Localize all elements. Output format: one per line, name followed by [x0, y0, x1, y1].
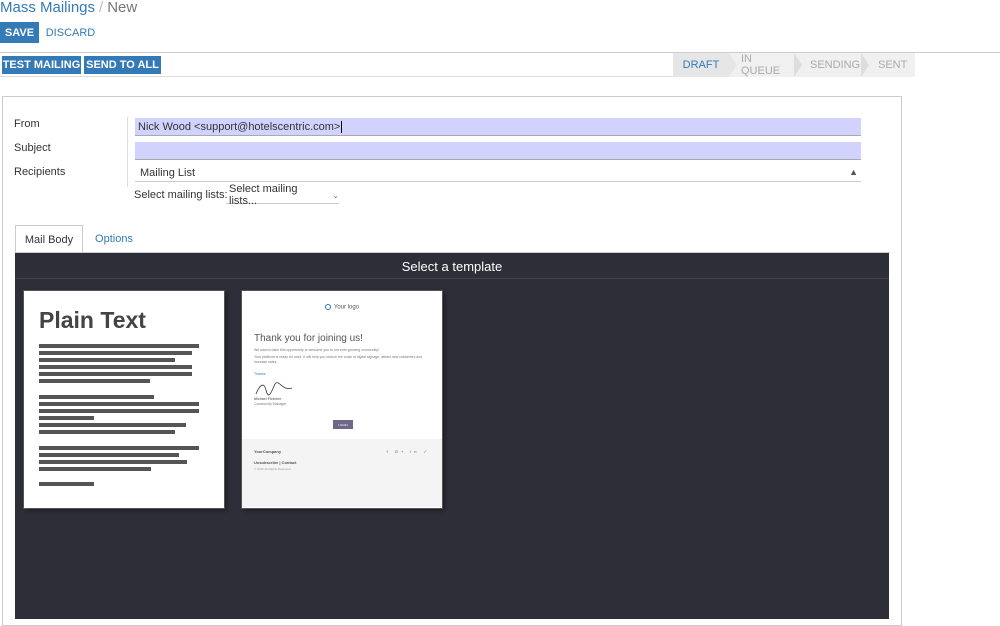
text-line — [39, 416, 94, 420]
text-line — [39, 430, 175, 434]
social-icons: f G+ in ✓ — [386, 449, 430, 454]
breadcrumb-parent[interactable]: Mass Mailings — [0, 0, 95, 16]
from-field[interactable]: Nick Wood <support@hotelscentric.com> — [135, 118, 861, 136]
breadcrumb-separator: / — [99, 0, 104, 16]
editor-divider — [15, 278, 889, 279]
login-button: LOGIN — [333, 420, 353, 429]
signature-image — [255, 382, 293, 396]
mailing-lists-select[interactable]: Select mailing lists... ⌄ — [226, 183, 339, 207]
text-line — [39, 365, 192, 369]
caret-down-icon: ⌄ — [332, 190, 339, 200]
signer-role: Community Manager — [254, 402, 287, 406]
text-line — [39, 344, 199, 348]
text-line — [39, 395, 154, 399]
text-line — [39, 351, 192, 355]
breadcrumb: Mass Mailings / New — [0, 0, 137, 16]
stage-chevron — [861, 53, 869, 77]
template-logo: Your logo — [242, 304, 442, 311]
tab-mail-body[interactable]: Mail Body — [15, 225, 83, 253]
text-cursor — [341, 120, 343, 133]
company-name: YourCompany — [254, 449, 282, 454]
stage-in-queue: IN QUEUE — [741, 53, 781, 77]
mailing-lists-label: Select mailing lists: — [134, 189, 228, 201]
template-plain-text[interactable]: Plain Text — [24, 291, 224, 508]
discard-button[interactable]: DISCARD — [43, 22, 98, 43]
text-line — [39, 482, 94, 486]
test-mailing-button[interactable]: TEST MAILING — [2, 56, 81, 74]
logo-icon — [324, 304, 331, 310]
footer-links: Unsubscribe | Contact — [254, 460, 297, 465]
recipients-select[interactable]: Mailing List ▲ — [135, 164, 861, 182]
recipients-value: Mailing List — [140, 166, 196, 179]
plain-text-title: Plain Text — [39, 307, 146, 333]
tab-options[interactable]: Options — [86, 225, 142, 253]
breadcrumb-current: New — [107, 0, 138, 16]
stage-sending: SENDING — [810, 59, 861, 71]
stage-chevron — [794, 53, 802, 77]
text-line — [39, 446, 199, 450]
from-label: From — [14, 118, 40, 130]
text-line — [39, 358, 175, 362]
subject-field[interactable] — [135, 142, 861, 160]
text-line — [39, 460, 187, 464]
template-thank-you[interactable]: Your logo Thank you for joining us! We w… — [242, 291, 442, 508]
mailing-lists-placeholder: Select mailing lists... — [229, 183, 298, 207]
text-line — [39, 467, 151, 471]
editor-title: Select a template — [401, 259, 503, 274]
stage-draft: DRAFT — [673, 53, 729, 77]
stage-sent: SENT — [878, 59, 908, 71]
send-to-all-button[interactable]: SEND TO ALL — [84, 56, 161, 74]
recipients-label: Recipients — [14, 166, 66, 178]
template-text: Your platform is ready for work. It will… — [254, 355, 423, 364]
template-text: We want to take this opportunity to welc… — [254, 348, 380, 352]
subject-label: Subject — [14, 142, 51, 154]
text-line — [39, 379, 150, 383]
updown-arrow-icon: ▲ — [849, 167, 858, 177]
template-editor: Select a template Plain Text Your logo T… — [15, 253, 889, 619]
template-text: Thanks — [254, 372, 266, 376]
text-line — [39, 423, 186, 427]
text-line — [39, 402, 199, 406]
save-button[interactable]: SAVE — [0, 22, 39, 43]
text-line — [39, 372, 192, 376]
footer-rights: © 2016 All Rights Reserved — [254, 467, 291, 471]
from-value: Nick Wood <support@hotelscentric.com> — [138, 120, 341, 133]
text-line — [39, 409, 199, 413]
template-heading: Thank you for joining us! — [254, 333, 363, 344]
label-divider — [127, 117, 128, 187]
text-line — [39, 453, 179, 457]
stage-chevron — [729, 53, 737, 77]
